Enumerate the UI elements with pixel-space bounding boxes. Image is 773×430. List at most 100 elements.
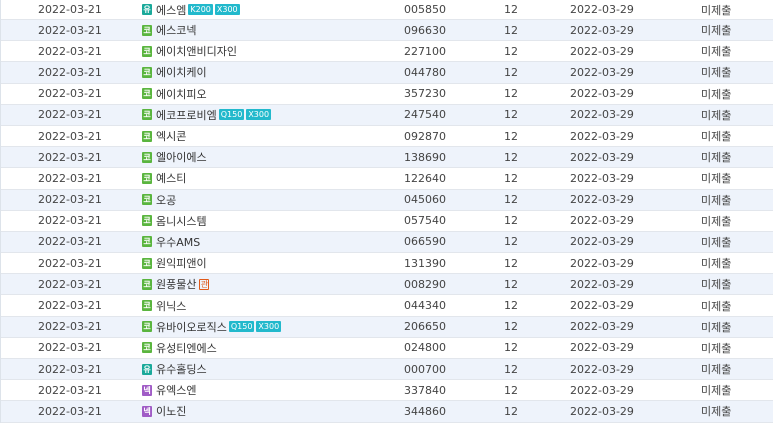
submission-status: 미제출	[701, 257, 732, 271]
company-cell: 코 에이치피오	[142, 86, 404, 102]
request-date: 2022-03-21	[38, 3, 102, 16]
company-name-link[interactable]: 오공	[156, 192, 176, 208]
submission-status: 미제출	[701, 87, 732, 101]
quantity: 12	[504, 214, 518, 228]
market-badge-icon: 코	[142, 321, 152, 333]
due-date: 2022-03-29	[570, 87, 634, 101]
company-cell: 유 에스엠 K200 X300	[142, 2, 404, 18]
request-date: 2022-03-21	[38, 23, 102, 37]
due-date: 2022-03-29	[570, 44, 634, 58]
company-name-link[interactable]: 유바이오로직스	[156, 319, 227, 335]
request-date: 2022-03-21	[38, 65, 102, 79]
company-name-link[interactable]: 엘아이에스	[156, 149, 207, 165]
market-badge-icon: 유	[142, 4, 152, 15]
company-name-link[interactable]: 옴니시스템	[156, 213, 207, 229]
company-name-link[interactable]: 에코프로비엠	[156, 107, 217, 123]
stock-code: 227100	[404, 44, 446, 58]
due-date: 2022-03-29	[570, 150, 634, 164]
company-cell: 유 유수홀딩스	[142, 361, 404, 377]
market-badge-icon: 코	[142, 24, 152, 36]
company-name-link[interactable]: 우수AMS	[156, 234, 200, 250]
due-date: 2022-03-29	[570, 171, 634, 185]
quantity: 12	[504, 362, 518, 376]
market-badge-icon: 코	[142, 300, 152, 312]
table-row: 2022-03-21 코 에스코넥 096630 12 2022-03-29 미제출	[1, 20, 773, 42]
submission-status: 미제출	[701, 341, 732, 355]
company-name-link[interactable]: 에이치케이	[156, 64, 207, 80]
market-badge-icon: 코	[142, 257, 152, 269]
market-badge-icon: 코	[142, 109, 152, 121]
due-date: 2022-03-29	[570, 108, 634, 122]
market-badge-icon: 코	[142, 45, 152, 57]
market-badge-icon: 넥	[142, 384, 152, 396]
table-row: 2022-03-21 코 유성티엔에스 024800 12 2022-03-29 미제출	[1, 338, 773, 359]
submission-status: 미제출	[701, 45, 732, 59]
company-cell: 코 에스코넥	[142, 22, 404, 38]
quantity: 12	[504, 193, 518, 207]
table-row: 2022-03-21 코 유바이오로직스 Q150 X300 206650 12 2022-0…	[1, 316, 773, 338]
submission-status: 미제출	[701, 235, 732, 249]
company-name-link[interactable]: 위닉스	[156, 298, 186, 314]
company-name-link[interactable]: 예스티	[156, 170, 186, 186]
company-name-link[interactable]: 이노진	[156, 403, 186, 419]
company-cell: 코 유성티엔에스	[142, 340, 404, 356]
request-date: 2022-03-21	[38, 87, 102, 101]
quantity: 12	[504, 108, 518, 122]
stock-code: 096630	[404, 23, 446, 37]
company-cell: 코 예스티	[142, 170, 404, 186]
request-date: 2022-03-21	[38, 108, 102, 122]
company-cell: 코 원풍물산 관	[142, 276, 404, 292]
company-name-link[interactable]: 원풍물산	[156, 276, 196, 292]
request-date: 2022-03-21	[38, 277, 102, 291]
table-row: 2022-03-21 코 원풍물산 관 008290 12 2022-03-29 미제출	[1, 274, 773, 296]
company-cell: 코 원익피앤이	[142, 255, 404, 271]
request-date: 2022-03-21	[38, 44, 102, 58]
company-name-link[interactable]: 에스코넥	[156, 22, 196, 38]
stock-code: 044340	[404, 299, 446, 313]
index-tag: Q150	[218, 109, 245, 121]
due-date: 2022-03-29	[570, 341, 634, 355]
market-badge-icon: 코	[142, 66, 152, 78]
quantity: 12	[504, 23, 518, 37]
company-cell: 코 우수AMS	[142, 234, 404, 250]
table-row: 2022-03-21 코 위닉스 044340 12 2022-03-29 미제출	[1, 295, 773, 317]
company-name-link[interactable]: 유엑스엔	[156, 382, 196, 398]
company-name-link[interactable]: 에이치피오	[156, 86, 207, 102]
company-cell: 코 오공	[142, 192, 404, 208]
disclosure-table: 2022-03-21 유 에스엠 K200 X300 005850 12 2022-03-29…	[0, 0, 773, 423]
company-cell: 넥 유엑스엔	[142, 382, 404, 398]
request-date: 2022-03-21	[38, 341, 102, 355]
table-row: 2022-03-21 코 옴니시스템 057540 12 2022-03-29 미제출	[1, 211, 773, 232]
due-date: 2022-03-29	[570, 129, 634, 143]
company-name-link[interactable]: 엑시콘	[156, 128, 186, 144]
company-name-link[interactable]: 에이치앤비디자인	[156, 43, 237, 59]
index-tag: X300	[256, 321, 282, 333]
due-date: 2022-03-29	[570, 193, 634, 207]
request-date: 2022-03-21	[38, 214, 102, 228]
submission-status: 미제출	[701, 299, 732, 313]
stock-code: 344860	[404, 404, 446, 418]
stock-code: 044780	[404, 65, 446, 79]
due-date: 2022-03-29	[570, 65, 634, 79]
company-cell: 코 에코프로비엠 Q150 X300	[142, 107, 404, 123]
quantity: 12	[504, 383, 518, 397]
company-cell: 코 에이치앤비디자인	[142, 43, 404, 59]
company-name-link[interactable]: 유성티엔에스	[156, 340, 217, 356]
market-badge-icon: 코	[142, 194, 152, 206]
stock-code: 206650	[404, 320, 446, 334]
request-date: 2022-03-21	[38, 383, 102, 397]
quantity: 12	[504, 171, 518, 185]
company-name-link[interactable]: 원익피앤이	[156, 255, 207, 271]
stock-code: 045060	[404, 193, 446, 207]
request-date: 2022-03-21	[38, 193, 102, 207]
market-badge-icon: 코	[142, 342, 152, 354]
stock-code: 092870	[404, 129, 446, 143]
stock-code: 357230	[404, 87, 446, 101]
request-date: 2022-03-21	[38, 320, 102, 334]
company-name-link[interactable]: 에스엠	[156, 2, 186, 18]
index-tag: K200	[188, 4, 213, 15]
company-name-link[interactable]: 유수홀딩스	[156, 361, 207, 377]
company-cell: 코 엑시콘	[142, 128, 404, 144]
table-row: 2022-03-21 코 에이치케이 044780 12 2022-03-29 미제출	[1, 62, 773, 84]
request-date: 2022-03-21	[38, 129, 102, 143]
